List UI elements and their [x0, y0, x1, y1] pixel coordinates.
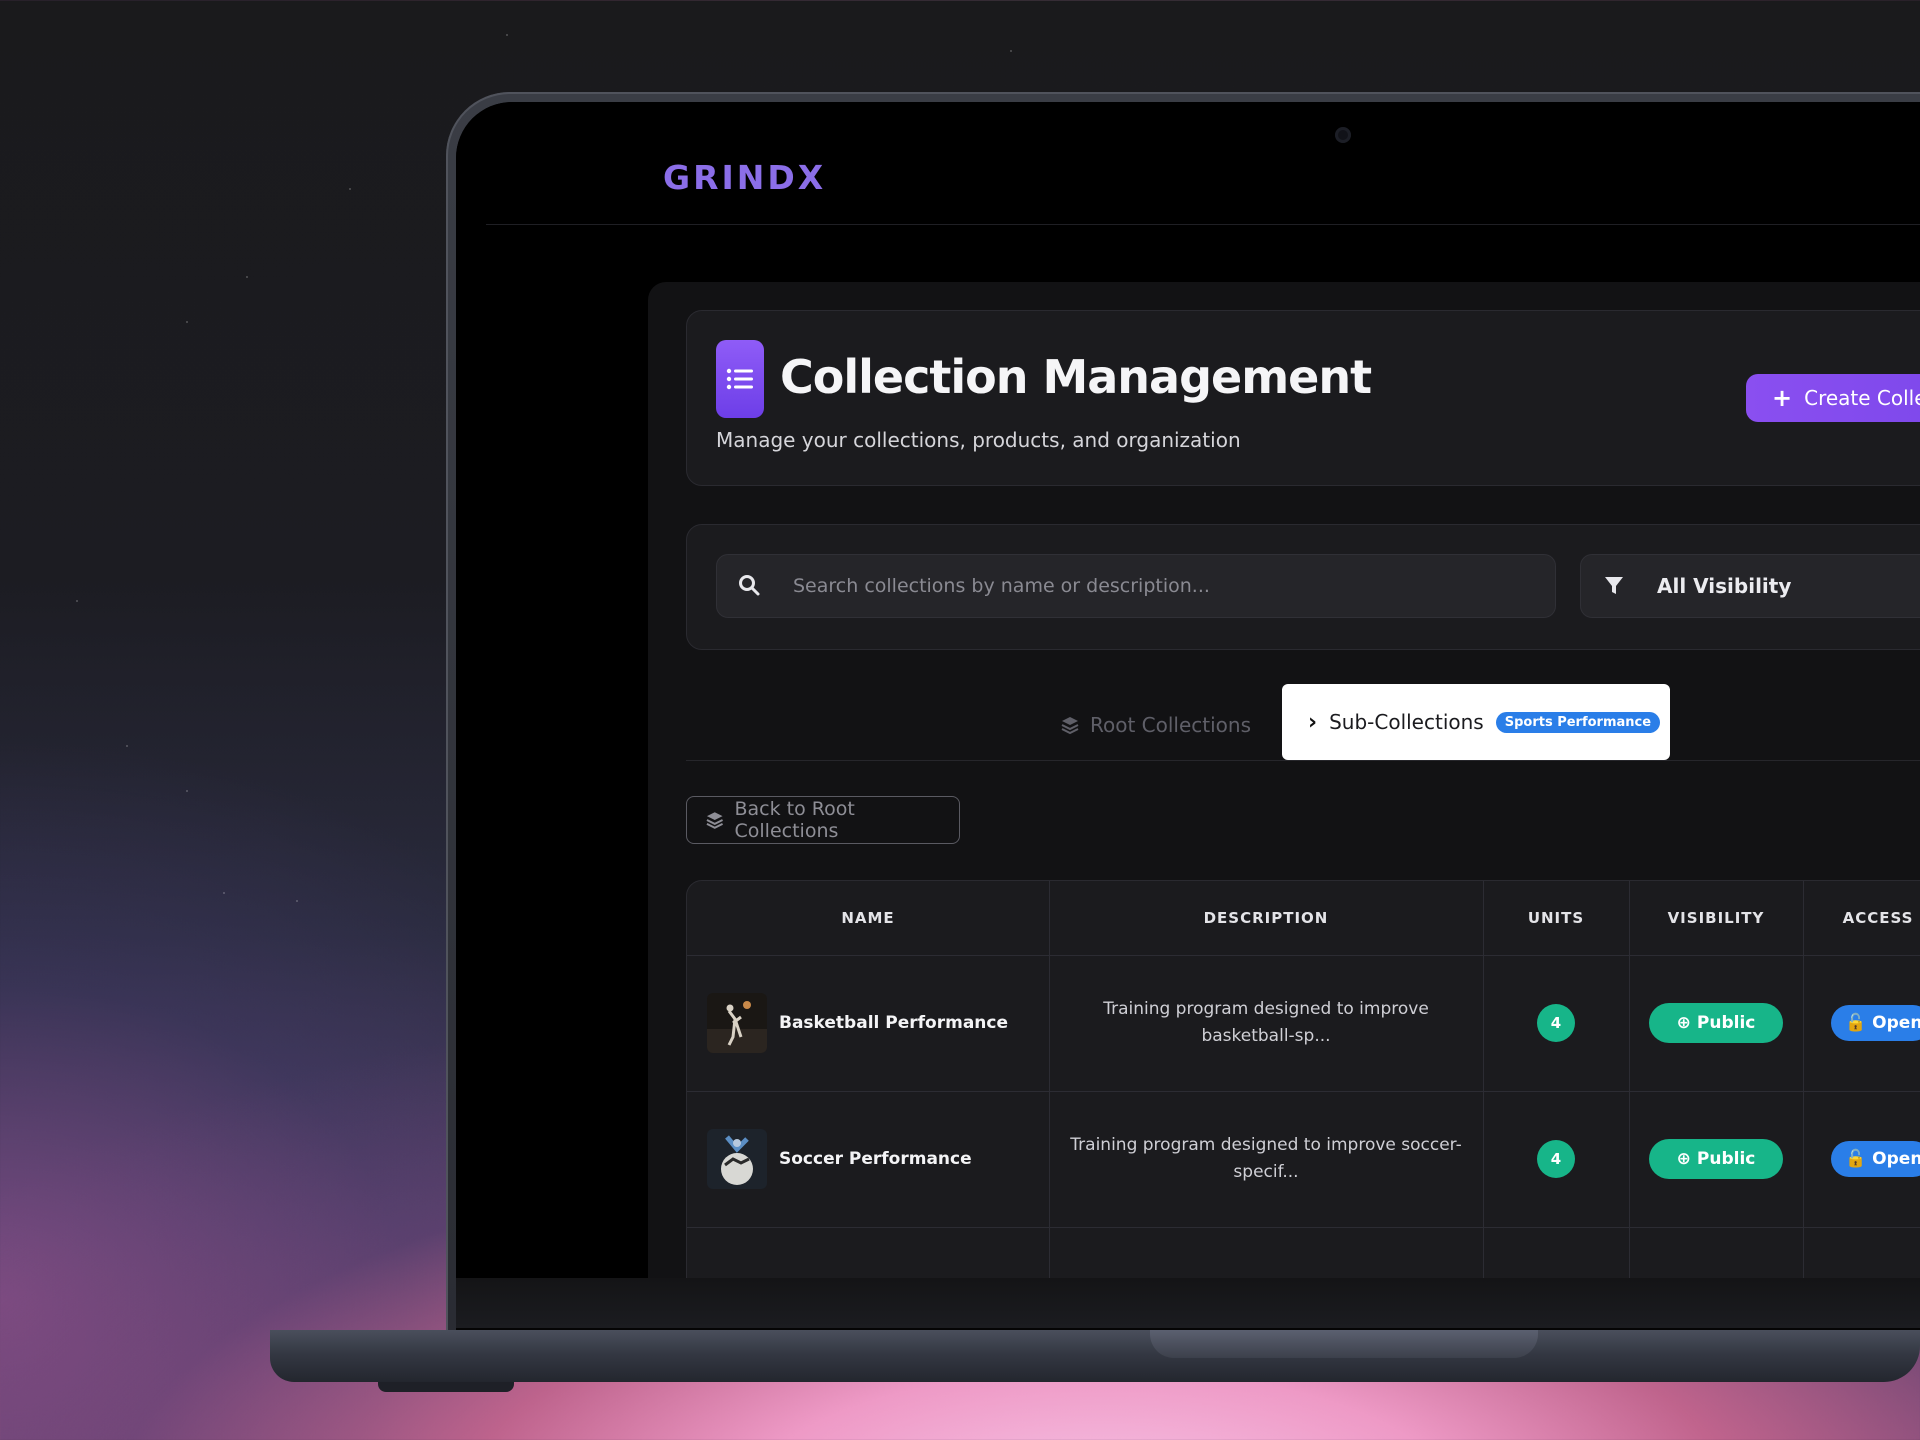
description-line: specif...: [1233, 1162, 1299, 1182]
create-collection-label: Create Colle: [1804, 386, 1920, 410]
visibility-filter-select[interactable]: All Visibility: [1580, 554, 1920, 618]
laptop-foot: [378, 1382, 514, 1392]
collections-table: NAME DESCRIPTION UNITS VISIBILITY ACCESS…: [686, 880, 1920, 1278]
back-to-root-label: Back to Root Collections: [734, 798, 855, 842]
collection-description: Training program designed to improve bas…: [1066, 996, 1466, 1050]
tab-root-collections-label: Root Collections: [1090, 713, 1252, 737]
collection-name: Soccer Performance: [779, 1149, 972, 1169]
tab-sub-collections[interactable]: › Sub-Collections Sports Performance: [1282, 684, 1670, 760]
background-star: [186, 790, 188, 792]
row-divider: [687, 1227, 1920, 1228]
app-logo[interactable]: GRINDX: [663, 158, 826, 197]
background-star: [349, 188, 351, 190]
laptop-opening-notch: [1150, 1330, 1538, 1358]
search-icon: [739, 575, 760, 596]
background-star: [186, 321, 188, 323]
collection-thumbnail: [707, 993, 767, 1053]
access-badge[interactable]: 🔓 Open: [1831, 1005, 1920, 1041]
background-star: [223, 892, 225, 894]
background-star: [506, 34, 508, 36]
column-header-access[interactable]: ACCESS: [1803, 881, 1920, 955]
row-divider: [687, 1091, 1920, 1092]
background-star: [246, 276, 248, 278]
background-star: [1010, 50, 1012, 52]
globe-icon: ⊕: [1676, 1149, 1691, 1169]
tab-sub-collections-label: Sub-Collections: [1329, 710, 1484, 734]
unlock-icon: 🔓: [1845, 1149, 1867, 1169]
webcam: [1335, 127, 1351, 143]
collection-description: Training program designed to improve soc…: [1066, 1132, 1466, 1186]
parent-collection-badge: Sports Performance: [1495, 711, 1661, 733]
globe-icon: ⊕: [1676, 1013, 1691, 1033]
description-line: basketball-sp...: [1201, 1026, 1331, 1046]
visibility-label: Public: [1696, 1013, 1756, 1033]
laptop-base: [270, 1330, 1920, 1382]
header-divider: [486, 224, 1920, 225]
tab-root-collections[interactable]: Root Collections: [1060, 708, 1251, 742]
search-placeholder: Search collections by name or descriptio…: [793, 575, 1210, 597]
background-star: [76, 600, 78, 602]
units-count-badge: 4: [1537, 1004, 1575, 1042]
column-header-name[interactable]: NAME: [687, 881, 1049, 955]
unlock-icon: 🔓: [1845, 1013, 1867, 1033]
visibility-badge[interactable]: ⊕ Public: [1649, 1003, 1783, 1043]
page-title: Collection Management: [780, 350, 1372, 404]
collection-thumbnail: [707, 1129, 767, 1189]
background-star: [126, 745, 128, 747]
list-icon: [716, 340, 764, 418]
filter-icon: [1605, 577, 1623, 594]
column-divider: [1629, 881, 1630, 1278]
laptop-chin: [456, 1278, 1920, 1328]
access-badge[interactable]: 🔓 Open: [1831, 1141, 1920, 1177]
plus-icon: +: [1772, 384, 1793, 412]
column-header-units[interactable]: UNITS: [1483, 881, 1629, 955]
create-collection-button[interactable]: + Create Colle: [1746, 374, 1920, 422]
laptop-screen: GRINDX Collection Management Manage your…: [456, 102, 1920, 1278]
table-row-name-cell[interactable]: Basketball Performance: [707, 993, 1008, 1053]
background-star: [296, 900, 298, 902]
table-row-name-cell[interactable]: Soccer Performance: [707, 1129, 972, 1189]
description-line: Training program designed to improve: [1103, 999, 1429, 1019]
layers-icon: [1061, 717, 1079, 735]
access-label: Open: [1872, 1013, 1920, 1033]
back-to-root-button[interactable]: Back to Root Collections: [686, 796, 960, 844]
column-divider: [1049, 881, 1050, 1278]
units-count-badge: 4: [1537, 1140, 1575, 1178]
search-input[interactable]: Search collections by name or descriptio…: [716, 554, 1556, 618]
column-divider: [1803, 881, 1804, 1278]
visibility-filter-value: All Visibility: [1657, 574, 1792, 598]
column-header-description[interactable]: DESCRIPTION: [1049, 881, 1483, 955]
description-line: Training program designed to improve soc…: [1070, 1135, 1462, 1155]
column-header-visibility[interactable]: VISIBILITY: [1629, 881, 1803, 955]
row-divider: [687, 955, 1920, 956]
visibility-label: Public: [1696, 1149, 1756, 1169]
chevron-right-icon: ›: [1308, 709, 1318, 735]
page-subtitle: Manage your collections, products, and o…: [716, 428, 1241, 452]
access-label: Open: [1872, 1149, 1920, 1169]
column-divider: [1483, 881, 1484, 1278]
collection-name: Basketball Performance: [779, 1013, 1008, 1033]
visibility-badge[interactable]: ⊕ Public: [1649, 1139, 1783, 1179]
layers-icon: [706, 812, 723, 829]
tabs-divider: [686, 760, 1920, 761]
